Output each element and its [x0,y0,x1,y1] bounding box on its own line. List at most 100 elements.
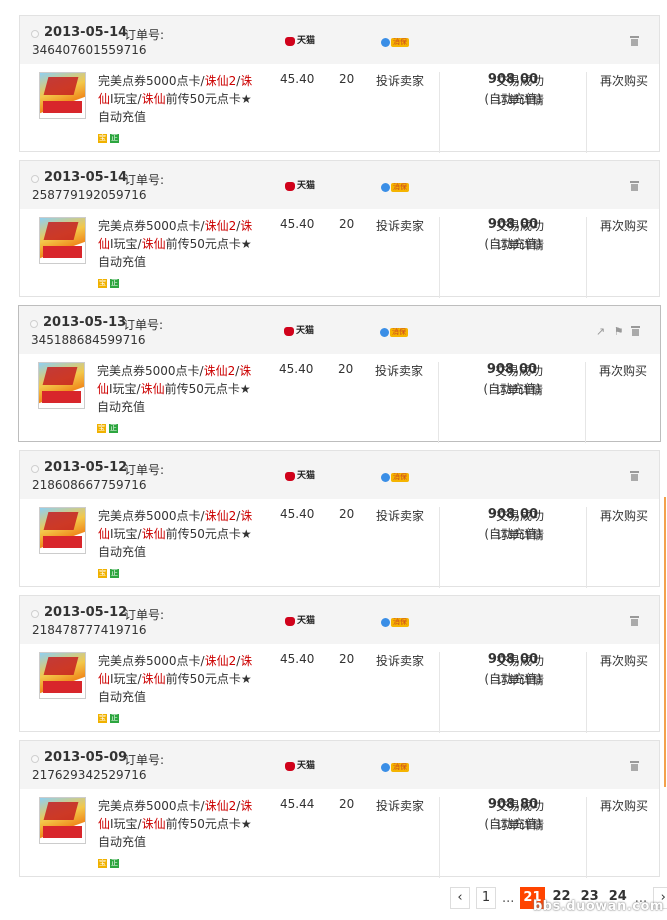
select-radio[interactable] [31,175,39,183]
title-link[interactable]: 诛仙2 [205,654,237,668]
title-link[interactable]: 诛仙2 [205,219,237,233]
product-thumbnail[interactable] [38,362,85,409]
rebuy-button[interactable]: 再次购买 [585,362,660,443]
title-link[interactable]: 诛 [240,74,252,88]
title-link[interactable]: 诛仙 [141,382,165,396]
title-link[interactable]: 诛仙 [142,672,166,686]
order-detail-link[interactable]: 订单详情 [447,526,593,545]
consumer-protection-badge[interactable]: 消保 [381,472,409,482]
title-link[interactable]: 诛仙2 [205,74,237,88]
product-title[interactable]: 完美点券5000点卡/诛仙2/诛 仙I玩宝/诛仙前传50元点卡★ 自动充值 [98,217,268,271]
complain-seller-link[interactable]: 投诉卖家 [376,72,424,89]
title-link[interactable]: 诛仙 [142,817,166,831]
treasure-badge-icon[interactable]: 宝 [98,859,107,868]
tmall-logo-text: 天猫 [296,326,315,336]
order-number-label: 订单号: [124,753,165,767]
consumer-protection-badge[interactable]: 消保 [381,182,409,192]
consumer-protection-badge[interactable]: 消保 [381,37,409,47]
title-part: 自动充值 [98,545,147,559]
product-thumbnail[interactable] [39,797,86,844]
flag-icon[interactable]: ⚑ [613,326,624,337]
rebuy-button[interactable]: 再次购买 [586,72,661,153]
genuine-badge-icon[interactable]: 正 [110,279,119,288]
title-link[interactable]: 诛 [240,509,252,523]
product-title[interactable]: 完美点券5000点卡/诛仙2/诛 仙I玩宝/诛仙前传50元点卡★ 自动充值 [98,72,268,126]
trash-icon[interactable] [630,471,641,482]
trash-icon[interactable] [631,326,642,337]
title-link[interactable]: 仙 [98,527,110,541]
trash-icon[interactable] [630,181,641,192]
title-link[interactable]: 诛 [239,364,251,378]
genuine-badge-icon[interactable]: 正 [110,134,119,143]
complain-seller-link[interactable]: 投诉卖家 [376,797,424,814]
select-radio[interactable] [31,465,39,473]
genuine-badge-icon[interactable]: 正 [109,424,118,433]
trash-icon[interactable] [630,616,641,627]
genuine-badge-icon[interactable]: 正 [110,859,119,868]
tmall-logo[interactable]: 天猫 [285,761,315,771]
product-title[interactable]: 完美点券5000点卡/诛仙2/诛 仙I玩宝/诛仙前传50元点卡★ 自动充值 [98,652,268,706]
title-link[interactable]: 诛仙 [142,237,166,251]
title-link[interactable]: 仙 [97,382,109,396]
trash-icon[interactable] [630,36,641,47]
share-icon[interactable]: ↗ [595,326,606,337]
complain-seller-link[interactable]: 投诉卖家 [376,217,424,234]
order-detail-link[interactable]: 订单详情 [446,381,592,400]
unit-price: 45.40 [280,507,315,521]
treasure-badge-icon[interactable]: 宝 [98,279,107,288]
title-link[interactable]: 诛仙 [142,527,166,541]
title-link[interactable]: 诛 [240,219,252,233]
consumer-protection-badge[interactable]: 消保 [381,617,409,627]
treasure-badge-icon[interactable]: 宝 [98,714,107,723]
product-title[interactable]: 完美点券5000点卡/诛仙2/诛 仙I玩宝/诛仙前传50元点卡★ 自动充值 [97,362,267,416]
tmall-logo[interactable]: 天猫 [285,36,315,46]
title-link[interactable]: 仙 [98,237,110,251]
product-title[interactable]: 完美点券5000点卡/诛仙2/诛 仙I玩宝/诛仙前传50元点卡★ 自动充值 [98,797,268,851]
rebuy-button[interactable]: 再次购买 [586,797,661,878]
title-link[interactable]: 仙 [98,817,110,831]
order-detail-link[interactable]: 订单详情 [447,671,593,690]
tmall-logo[interactable]: 天猫 [284,326,314,336]
title-link[interactable]: 诛 [240,654,252,668]
complain-seller-link[interactable]: 投诉卖家 [376,652,424,669]
treasure-badge-icon[interactable]: 宝 [97,424,106,433]
complain-seller-link[interactable]: 投诉卖家 [375,362,423,379]
title-link[interactable]: 仙 [98,672,110,686]
treasure-badge-icon[interactable]: 宝 [98,569,107,578]
title-part: I玩宝/ [110,237,142,251]
rebuy-button[interactable]: 再次购买 [586,217,661,298]
order-detail-link[interactable]: 订单详情 [447,236,593,255]
title-link[interactable]: 诛仙 [142,92,166,106]
select-radio[interactable] [31,30,39,38]
service-badges: 宝正 [98,714,119,723]
select-radio[interactable] [31,755,39,763]
rebuy-button[interactable]: 再次购买 [586,652,661,733]
product-thumbnail[interactable] [39,652,86,699]
title-link[interactable]: 诛仙2 [205,799,237,813]
select-radio[interactable] [31,610,39,618]
complain-seller-link[interactable]: 投诉卖家 [376,507,424,524]
trash-icon[interactable] [630,761,641,772]
product-thumbnail[interactable] [39,72,86,119]
genuine-badge-icon[interactable]: 正 [110,569,119,578]
select-radio[interactable] [30,320,38,328]
tmall-logo[interactable]: 天猫 [285,616,315,626]
rebuy-button[interactable]: 再次购买 [586,507,661,588]
tmall-logo[interactable]: 天猫 [285,471,315,481]
product-title[interactable]: 完美点券5000点卡/诛仙2/诛 仙I玩宝/诛仙前传50元点卡★ 自动充值 [98,507,268,561]
title-link[interactable]: 诛仙2 [204,364,236,378]
title-link[interactable]: 仙 [98,92,110,106]
order-detail-link[interactable]: 订单详情 [447,816,593,835]
title-link[interactable]: 诛仙2 [205,509,237,523]
prev-page-button[interactable]: ‹ [450,887,470,909]
product-thumbnail[interactable] [39,217,86,264]
consumer-protection-badge[interactable]: 消保 [380,327,408,337]
treasure-badge-icon[interactable]: 宝 [98,134,107,143]
order-detail-link[interactable]: 订单详情 [447,91,593,110]
genuine-badge-icon[interactable]: 正 [110,714,119,723]
page-1-button[interactable]: 1 [476,887,496,909]
title-link[interactable]: 诛 [240,799,252,813]
product-thumbnail[interactable] [39,507,86,554]
tmall-logo[interactable]: 天猫 [285,181,315,191]
consumer-protection-badge[interactable]: 消保 [381,762,409,772]
